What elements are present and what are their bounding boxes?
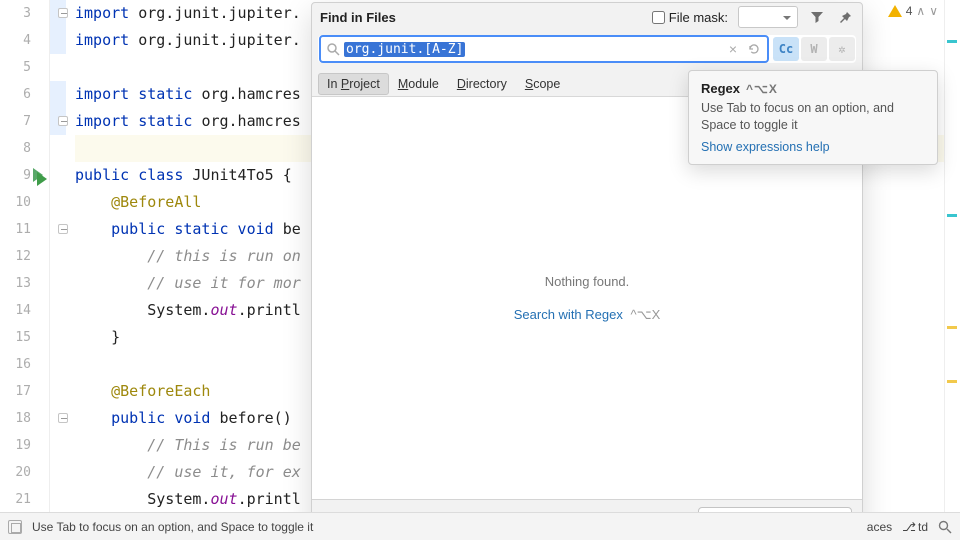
tooltip-shortcut: ^⌥X (746, 82, 778, 96)
regex-toggle[interactable]: ✲ (829, 37, 855, 61)
history-icon[interactable] (747, 42, 761, 56)
line-number[interactable]: 11 (0, 216, 49, 243)
find-header: Find in Files File mask: (312, 3, 862, 31)
chevron-up-icon[interactable]: ∧ (916, 4, 925, 18)
fold-toggle-icon[interactable] (58, 224, 68, 234)
tab-scope[interactable]: Scope (516, 73, 569, 95)
tab-in-project[interactable]: In Project (318, 73, 389, 95)
fold-toggle-icon[interactable] (58, 8, 68, 18)
filter-icon[interactable] (808, 8, 826, 26)
file-mask-checkbox[interactable]: File mask: (652, 10, 728, 25)
dialog-title: Find in Files (320, 10, 396, 25)
search-option-toggles: Cc W ✲ (773, 37, 855, 61)
status-bar: Use Tab to focus on an option, and Space… (0, 512, 960, 540)
match-case-toggle[interactable]: Cc (773, 37, 799, 61)
status-hint: Use Tab to focus on an option, and Space… (32, 520, 313, 534)
tool-window-icon[interactable] (8, 520, 22, 534)
search-text: org.junit.[A-Z] (344, 42, 465, 57)
line-number[interactable]: 15 (0, 324, 49, 351)
line-number[interactable]: 4 (0, 27, 49, 54)
line-number[interactable]: 13 (0, 270, 49, 297)
warning-count: 4 (906, 4, 913, 18)
tooltip-body: Use Tab to focus on an option, and Space… (701, 100, 925, 134)
search-regex-shortcut: ^⌥X (630, 307, 660, 322)
gutter: 3456789101112131415161718192021 (0, 0, 50, 512)
change-marker (50, 81, 66, 108)
fold-toggle-icon[interactable] (58, 116, 68, 126)
file-mask-label: File mask: (669, 10, 728, 25)
line-number[interactable]: 12 (0, 243, 49, 270)
line-number[interactable]: 6 (0, 81, 49, 108)
words-toggle[interactable]: W (801, 37, 827, 61)
fold-toggle-icon[interactable] (58, 413, 68, 423)
tooltip-title: Regex (701, 81, 740, 96)
tooltip-link[interactable]: Show expressions help (701, 140, 925, 154)
search-with-regex-link[interactable]: Search with Regex (514, 307, 623, 322)
inspection-summary[interactable]: 4 ∧ ∨ (888, 4, 938, 18)
chevron-down-icon[interactable]: ∨ (929, 4, 938, 18)
tab-directory[interactable]: Directory (448, 73, 516, 95)
search-input[interactable]: org.junit.[A-Z] × (319, 35, 769, 63)
tab-module[interactable]: Module (389, 73, 448, 95)
line-number[interactable]: 7 (0, 108, 49, 135)
nothing-found-label: Nothing found. (545, 274, 630, 289)
status-search-icon[interactable] (938, 520, 952, 534)
change-marker (50, 27, 66, 54)
line-number[interactable]: 10 (0, 189, 49, 216)
git-branch[interactable]: td (902, 520, 928, 534)
clear-search-icon[interactable]: × (729, 41, 737, 57)
line-number[interactable]: 18 (0, 405, 49, 432)
error-stripe[interactable] (944, 0, 960, 512)
file-mask-combo[interactable] (738, 6, 798, 28)
search-row: org.junit.[A-Z] × Cc W ✲ (318, 35, 856, 63)
search-icon (327, 43, 340, 56)
line-number[interactable]: 14 (0, 297, 49, 324)
line-number[interactable]: 21 (0, 486, 49, 513)
line-number[interactable]: 20 (0, 459, 49, 486)
warning-icon (888, 5, 902, 17)
line-number[interactable]: 5 (0, 54, 49, 81)
line-number[interactable]: 3 (0, 0, 49, 27)
status-spaces[interactable]: aces (867, 520, 892, 534)
run-gutter-icon[interactable] (37, 172, 47, 186)
pin-icon[interactable] (836, 8, 854, 26)
regex-tooltip: Regex ^⌥X Use Tab to focus on an option,… (688, 70, 938, 165)
file-mask-check-input[interactable] (652, 11, 665, 24)
line-number[interactable]: 17 (0, 378, 49, 405)
line-number[interactable]: 16 (0, 351, 49, 378)
line-number[interactable]: 19 (0, 432, 49, 459)
line-number[interactable]: 8 (0, 135, 49, 162)
